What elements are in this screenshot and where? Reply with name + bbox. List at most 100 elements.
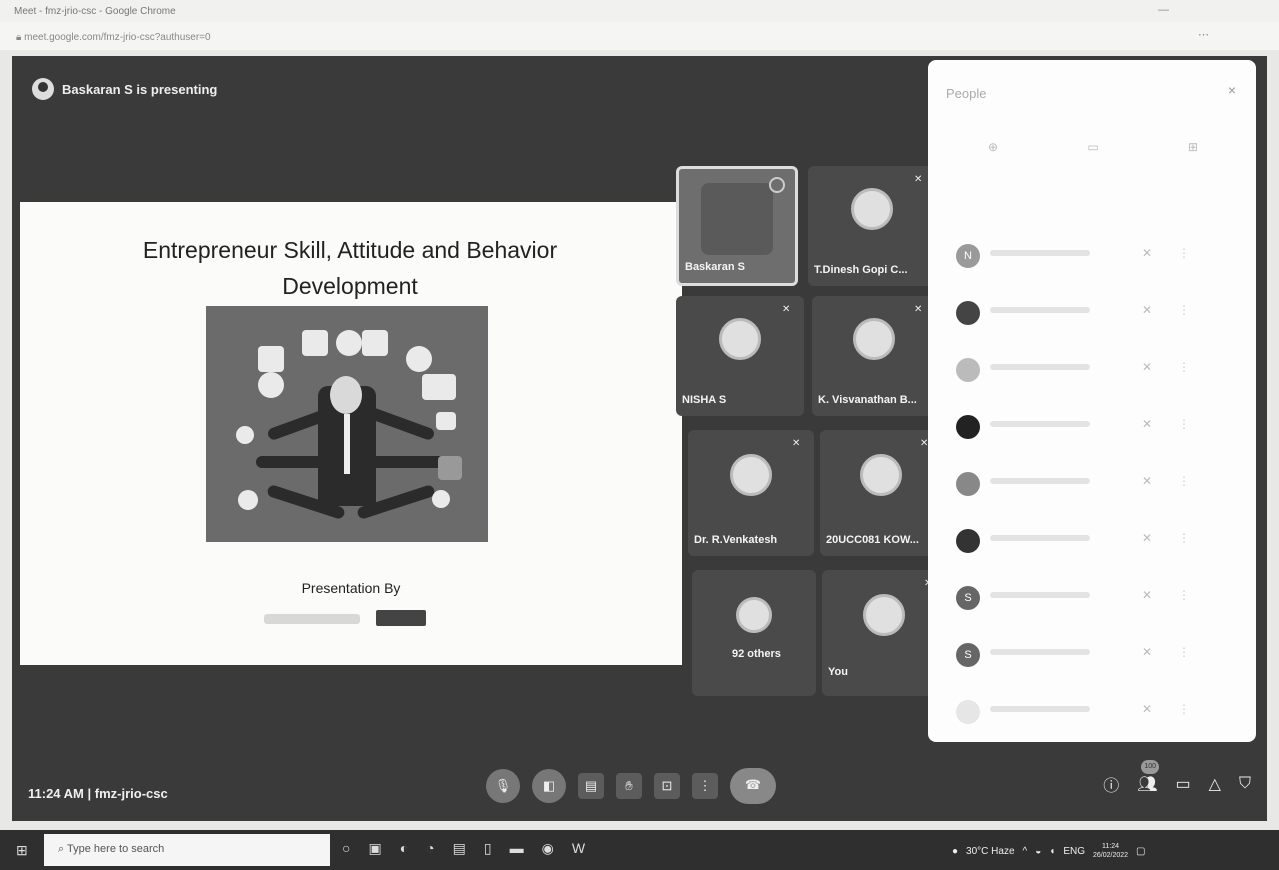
participant-tile[interactable]: ✕ Dr. R.Venkatesh <box>688 430 814 556</box>
captions-icon: ▤ <box>584 778 598 793</box>
others-tile[interactable]: 92 others <box>692 570 816 696</box>
participant-video <box>701 183 773 256</box>
more-options-icon[interactable]: ⋮ <box>1178 474 1190 488</box>
participant-tile[interactable]: ✕ NISHA S <box>676 296 804 416</box>
participant-avatar <box>956 700 980 724</box>
browser-title: Meet - fmz-jrio-csc - Google Chrome <box>14 6 176 17</box>
close-icon[interactable]: × <box>1228 82 1236 98</box>
file-icon[interactable]: ▯ <box>484 840 492 857</box>
chrome-active-icon[interactable]: ◉ <box>542 840 554 857</box>
more-options-icon[interactable]: ⋮ <box>1178 303 1190 317</box>
people-actions: ⊕ ▭ ⊞ <box>948 140 1238 164</box>
word-icon[interactable]: W <box>572 840 585 857</box>
participant-row[interactable]: S ✕ ⋮ <box>956 637 1236 694</box>
participant-name: Dr. R.Venkatesh <box>694 534 778 546</box>
present-button[interactable]: ⊡ <box>654 773 680 799</box>
participant-avatar: S <box>956 643 980 667</box>
meet-window: Baskaran S is presenting Entrepreneur Sk… <box>12 56 1267 821</box>
captions-button[interactable]: ▤ <box>578 773 604 799</box>
cortana-icon[interactable]: ○ <box>342 840 350 857</box>
participant-tile[interactable]: ✕ K. Visvanathan B... <box>812 296 936 416</box>
participant-avatar <box>956 358 980 382</box>
mic-off-icon[interactable]: ✕ <box>1142 702 1152 716</box>
more-options-icon[interactable]: ⋮ <box>1178 702 1190 716</box>
participant-row[interactable]: ✕ ⋮ <box>956 352 1236 409</box>
system-tray: ● 30°C Haze ^ ◒ ◖ ENG 11:24 26/02/2022 ▢ <box>952 842 1145 860</box>
participant-name: 20UCC081 KOW... <box>826 534 919 546</box>
participant-row[interactable]: S ✕ ⋮ <box>956 580 1236 637</box>
mic-toggle-button[interactable]: 🎙︎ <box>486 769 520 803</box>
more-options-icon[interactable]: ⋮ <box>1178 417 1190 431</box>
participant-avatar <box>730 454 772 497</box>
shield-icon: ⛉ <box>1238 775 1251 792</box>
camera-toggle-button[interactable]: ◧ <box>532 769 566 803</box>
edge-icon[interactable]: ◐ <box>400 840 408 857</box>
people-panel: People × ⊕ ▭ ⊞ N ✕ ⋮ ✕ ⋮ ✕ ⋮ ✕ ⋮ ✕ ⋮ ✕ ⋮… <box>928 60 1256 742</box>
chat-button[interactable]: ▭ <box>1048 140 1138 164</box>
address-bar[interactable]: 🔒︎ meet.google.com/fmz-jrio-csc?authuser… <box>0 22 1279 50</box>
more-options-button[interactable]: ⋮ <box>692 773 718 799</box>
mic-off-icon[interactable]: ✕ <box>1142 360 1152 374</box>
mic-off-icon[interactable]: ✕ <box>1142 588 1152 602</box>
participant-avatar <box>851 188 893 231</box>
more-options-icon[interactable]: ⋮ <box>1178 246 1190 260</box>
meeting-info: 11:24 AM | fmz-jrio-csc <box>28 786 168 801</box>
meeting-details-button[interactable]: ⓘ <box>1103 772 1119 796</box>
more-options-icon[interactable]: ⋮ <box>1178 588 1190 602</box>
participant-row[interactable]: ✕ ⋮ <box>956 466 1236 523</box>
mic-off-icon: ✕ <box>792 438 801 449</box>
others-avatars <box>736 597 772 634</box>
more-options-icon[interactable]: ⋮ <box>1178 645 1190 659</box>
more-options-icon[interactable]: ⋮ <box>1178 531 1190 545</box>
mic-off-icon[interactable]: ✕ <box>1142 474 1152 488</box>
chrome-icon[interactable]: ◔ <box>426 840 434 857</box>
mic-off-icon[interactable]: ✕ <box>1142 531 1152 545</box>
meeting-code[interactable]: fmz-jrio-csc <box>95 786 168 801</box>
participant-avatar: N <box>956 244 980 268</box>
activities-button[interactable]: ⊞ <box>1148 140 1238 164</box>
more-options-icon[interactable]: ⋮ <box>1178 360 1190 374</box>
slide-author-line <box>264 614 360 624</box>
more-vert-icon: ⋮ <box>698 778 712 793</box>
taskbar-search[interactable]: ⌕ Type here to search <box>44 834 330 866</box>
chevron-up-icon[interactable]: ^ <box>1023 846 1028 857</box>
volume-icon[interactable]: ◖ <box>1049 846 1055 857</box>
call-controls: 🎙︎ ◧ ▤ ✋︎ ⊡ ⋮ ☎︎ <box>486 768 776 804</box>
add-people-button[interactable]: ⊕ <box>948 140 1038 164</box>
taskbar-clock[interactable]: 11:24 26/02/2022 <box>1093 842 1128 860</box>
store-icon[interactable]: ▤ <box>453 840 466 857</box>
host-controls-button[interactable]: ⛉ <box>1239 775 1251 793</box>
activities-button[interactable]: △ <box>1209 774 1221 794</box>
participant-name-placeholder <box>990 307 1090 313</box>
participant-row[interactable]: ✕ ⋮ <box>956 409 1236 466</box>
minimize-icon[interactable]: — <box>1158 4 1169 16</box>
browser-title-bar: Meet - fmz-jrio-csc - Google Chrome — <box>0 0 1279 22</box>
task-view-icon[interactable]: ▣ <box>368 840 381 857</box>
raise-hand-button[interactable]: ✋︎ <box>616 773 642 799</box>
leave-call-button[interactable]: ☎︎ <box>730 768 776 804</box>
people-button[interactable]: 100 👥︎ <box>1137 760 1160 794</box>
participant-tile[interactable]: Baskaran S <box>676 166 798 286</box>
participant-row[interactable]: ✕ ⋮ <box>956 295 1236 352</box>
activities-icon: ⊞ <box>1187 140 1199 154</box>
present-icon: ⊡ <box>661 778 673 793</box>
mic-off-icon[interactable]: ✕ <box>1142 417 1152 431</box>
mic-off-icon[interactable]: ✕ <box>1142 303 1152 317</box>
participant-row[interactable]: N ✕ ⋮ <box>956 238 1236 295</box>
folder-icon[interactable]: ▬ <box>510 840 524 857</box>
weather-text[interactable]: 30°C Haze <box>966 846 1014 857</box>
lang-text[interactable]: ENG <box>1063 846 1085 857</box>
notification-icon[interactable]: ▢ <box>1136 846 1145 857</box>
url-text[interactable]: meet.google.com/fmz-jrio-csc?authuser=0 <box>24 32 210 43</box>
network-icon[interactable]: ◒ <box>1035 846 1041 857</box>
chat-button[interactable]: ▭ <box>1176 774 1191 794</box>
mic-off-icon[interactable]: ✕ <box>1142 246 1152 260</box>
participant-row[interactable]: ✕ ⋮ <box>956 694 1236 751</box>
start-button[interactable]: ⊞ <box>16 842 28 859</box>
participant-tile[interactable]: ✕ 20UCC081 KOW... <box>820 430 942 556</box>
participant-row[interactable]: ✕ ⋮ <box>956 523 1236 580</box>
participant-tile[interactable]: ✕ T.Dinesh Gopi C... <box>808 166 936 286</box>
search-icon: ⌕ <box>58 843 65 855</box>
mic-off-icon[interactable]: ✕ <box>1142 645 1152 659</box>
extension-icon[interactable]: ⋯ <box>1198 28 1209 41</box>
